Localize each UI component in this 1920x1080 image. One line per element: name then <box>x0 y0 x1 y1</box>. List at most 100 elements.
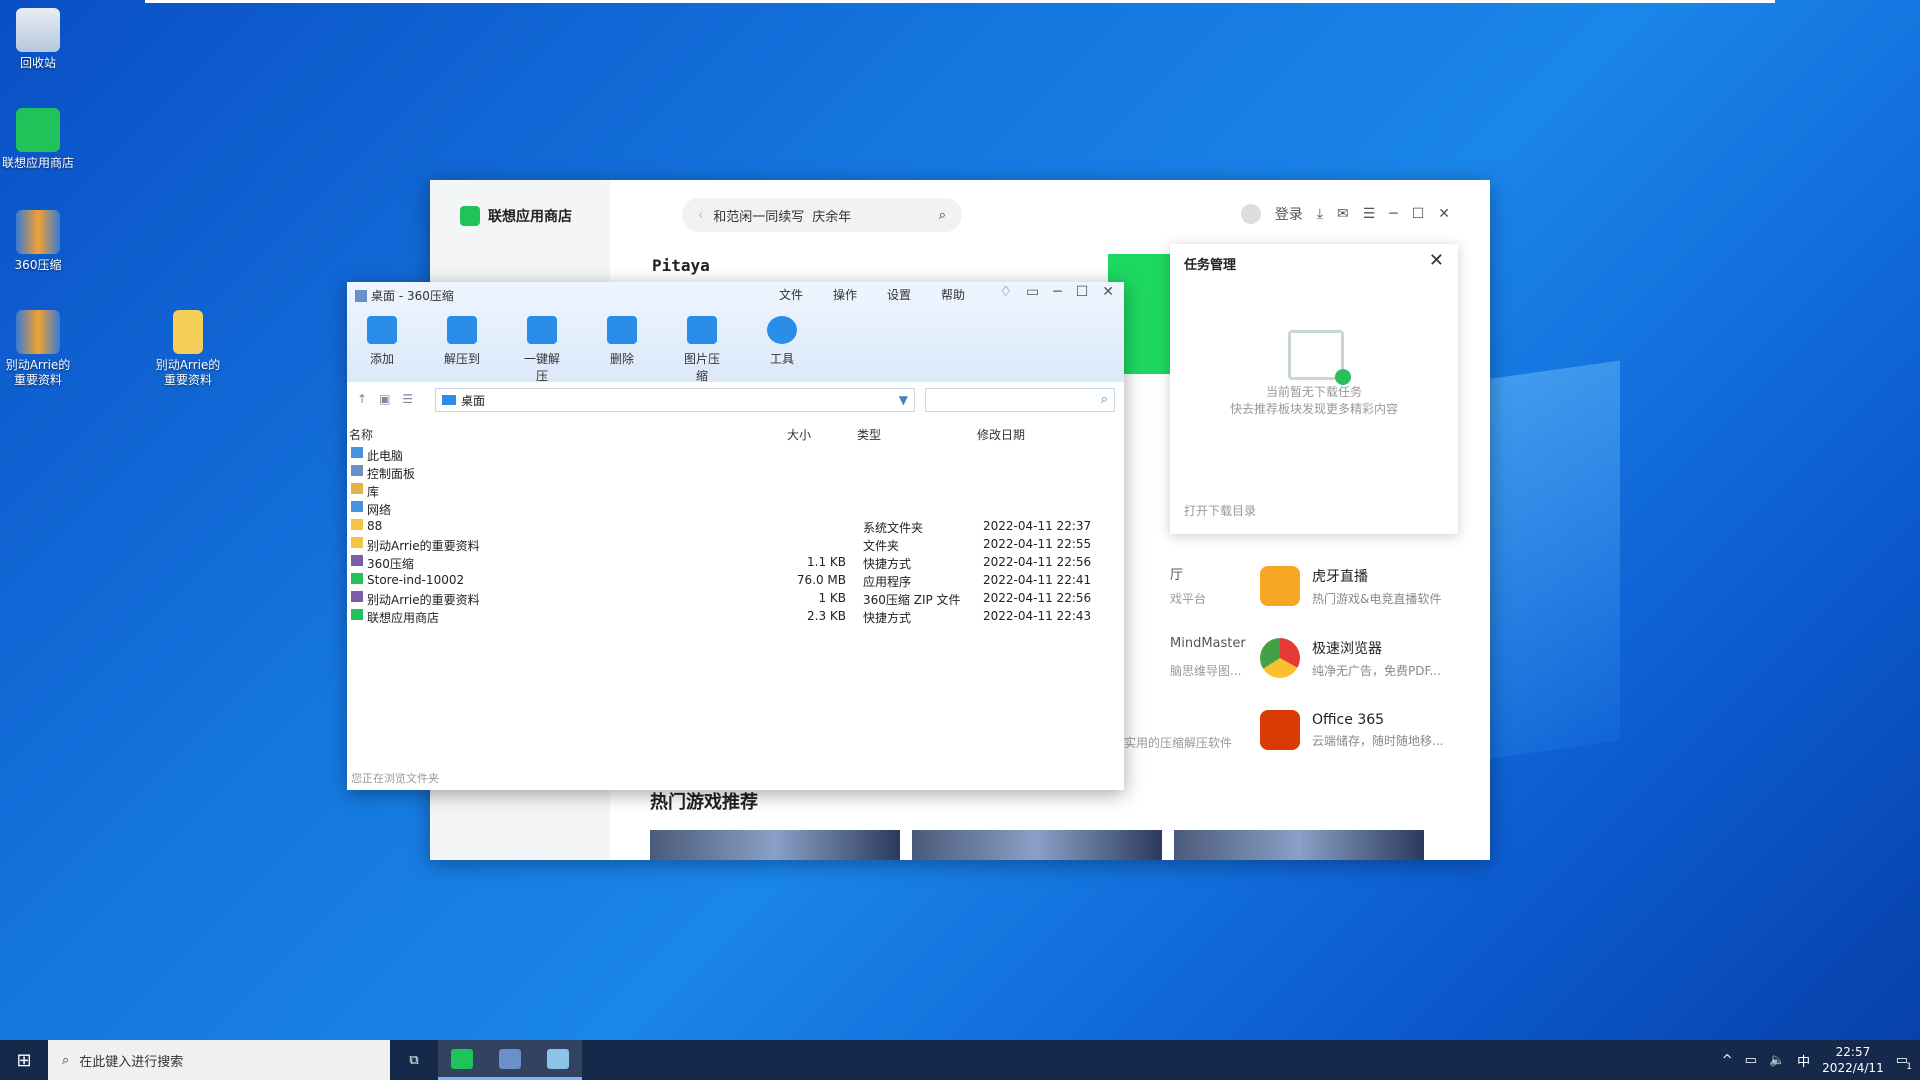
extract-to-button[interactable]: 解压到 <box>441 316 483 384</box>
banner-pitaya[interactable]: Pitaya <box>652 256 710 275</box>
app-item-office[interactable]: Office 365 云端储存，随时随地移... <box>1260 694 1580 766</box>
address-bar[interactable]: 桌面 ▼ <box>435 388 915 412</box>
download-icon[interactable]: ⤓ <box>1317 206 1323 222</box>
cell-date: 2022-04-11 22:56 <box>983 555 1092 569</box>
cell-name: 此电脑 <box>367 449 404 463</box>
col-name[interactable]: 名称 <box>349 426 373 443</box>
game-thumbnail[interactable] <box>912 830 1162 860</box>
game-thumbnail[interactable] <box>1174 830 1424 860</box>
dropdown-icon[interactable]: ▼ <box>899 393 914 407</box>
skin-icon[interactable]: ♢ <box>999 284 1012 300</box>
col-date[interactable]: 修改日期 <box>977 426 1025 443</box>
desktop-icon-lenovo-store[interactable]: 联想应用商店 <box>0 108 76 171</box>
game-thumbnail[interactable] <box>650 830 900 860</box>
table-row[interactable]: 联想应用商店 2.3 KB 快捷方式 2022-04-11 22:43 <box>347 608 1124 626</box>
desktop-icon-360zip[interactable]: 360压缩 <box>0 210 76 273</box>
delete-button[interactable]: 删除 <box>601 316 643 384</box>
table-row[interactable]: 别动Arrie的重要资料 文件夹 2022-04-11 22:55 <box>347 536 1124 554</box>
search-icon[interactable]: ⌕ <box>1101 392 1108 407</box>
taskbar-search[interactable]: ⌕ 在此键入进行搜索 <box>48 1040 390 1080</box>
extract-icon <box>447 316 477 344</box>
up-arrow-icon[interactable]: ↑ <box>357 392 367 406</box>
file-icon <box>351 573 363 584</box>
taskbar-360zip[interactable] <box>486 1040 534 1080</box>
desktop-icon <box>442 395 456 405</box>
maximize-button[interactable]: ☐ <box>1412 206 1425 222</box>
network-icon[interactable]: ▭ <box>1745 1053 1757 1068</box>
zip-tool-buttons: 添加 解压到 一键解压 删除 图片压缩 工具 <box>361 316 803 384</box>
task-view-button[interactable]: ⧉ <box>390 1040 438 1080</box>
close-button[interactable]: ✕ <box>1102 284 1114 300</box>
table-row[interactable]: 360压缩 1.1 KB 快捷方式 2022-04-11 22:56 <box>347 554 1124 572</box>
table-row[interactable]: 控制面板 <box>347 464 1124 482</box>
start-button[interactable]: ⊞ <box>0 1040 48 1080</box>
cell-type: 文件夹 <box>863 539 900 553</box>
feedback-icon[interactable]: ▭ <box>1026 284 1039 300</box>
store-search-box[interactable]: ‹ 和范闲一同续写 庆余年 ⌕ <box>682 198 962 232</box>
app-item-browser[interactable]: 极速浏览器 纯净无广告，免费PDF... <box>1260 622 1580 694</box>
taskbar-app-3[interactable] <box>534 1040 582 1080</box>
clock[interactable]: 22:57 2022/4/11 <box>1822 1044 1884 1076</box>
list-view-icon[interactable]: ☰ <box>402 392 413 406</box>
menu-file[interactable]: 文件 <box>779 286 803 303</box>
zip-search-input[interactable]: ⌕ <box>925 388 1115 412</box>
back-icon[interactable]: ‹ <box>698 208 703 223</box>
app-name: Office 365 <box>1312 711 1385 728</box>
task-empty-line2: 快去推荐板块发现更多精彩内容 <box>1229 402 1398 416</box>
add-button[interactable]: 添加 <box>361 316 403 384</box>
table-row[interactable]: 网络 <box>347 500 1124 518</box>
store-logo[interactable]: 联想应用商店 <box>460 206 572 226</box>
one-click-extract-icon <box>527 316 557 344</box>
table-row[interactable]: 88 系统文件夹 2022-04-11 22:37 <box>347 518 1124 536</box>
cell-type: 360压缩 ZIP 文件 <box>863 593 961 607</box>
desktop-icon-label: 360压缩 <box>14 258 62 272</box>
desktop-icon-zip-file[interactable]: 别动Arrie的重要资料 <box>0 310 76 388</box>
app-item-huya[interactable]: 虎牙直播 热门游戏&电竞直播软件 <box>1260 550 1580 622</box>
app-icon <box>547 1048 569 1069</box>
col-size[interactable]: 大小 <box>787 426 811 443</box>
menu-operate[interactable]: 操作 <box>833 286 857 303</box>
table-row[interactable]: Store-ind-10002 76.0 MB 应用程序 2022-04-11 22:… <box>347 572 1124 590</box>
ime-indicator[interactable]: 中 <box>1797 1051 1810 1070</box>
notification-icon[interactable]: ▭ 1 <box>1896 1053 1912 1072</box>
search-icon[interactable]: ⌕ <box>939 208 946 223</box>
one-click-extract-button[interactable]: 一键解压 <box>521 316 563 384</box>
store-app-name: 联想应用商店 <box>488 209 572 225</box>
close-button[interactable]: ✕ <box>1438 206 1450 222</box>
table-row[interactable]: 别动Arrie的重要资料 1 KB 360压缩 ZIP 文件 2022-04-11 2… <box>347 590 1124 608</box>
mail-icon[interactable]: ✉ <box>1337 206 1349 222</box>
maximize-button[interactable]: ☐ <box>1076 284 1089 300</box>
volume-icon[interactable]: 🔈 <box>1769 1053 1785 1068</box>
tools-button[interactable]: 工具 <box>761 316 803 384</box>
desktop-icon-label: 回收站 <box>19 56 56 70</box>
taskbar: ⊞ ⌕ 在此键入进行搜索 ⧉ ^ ▭ 🔈 中 22:57 2022/4/11 ▭… <box>0 1040 1920 1080</box>
open-download-dir-link[interactable]: 打开下载目录 <box>1184 502 1256 519</box>
task-panel-title: 任务管理 <box>1184 258 1237 273</box>
minimize-button[interactable]: ─ <box>1053 284 1061 300</box>
tool-label: 添加 <box>369 352 394 366</box>
tool-label: 解压到 <box>443 352 480 366</box>
taskbar-app-store[interactable] <box>438 1040 486 1080</box>
close-icon[interactable]: ✕ <box>1429 250 1444 271</box>
cell-name: 别动Arrie的重要资料 <box>367 593 480 607</box>
add-icon <box>367 316 397 344</box>
menu-settings[interactable]: 设置 <box>887 286 911 303</box>
menu-icon[interactable]: ☰ <box>1363 206 1376 222</box>
thumbnail-view-icon[interactable]: ▣ <box>379 392 390 406</box>
desktop-icon-label: 别动Arrie的重要资料 <box>5 358 71 387</box>
chevron-up-icon[interactable]: ^ <box>1722 1053 1733 1068</box>
menu-help[interactable]: 帮助 <box>941 286 965 303</box>
table-row[interactable]: 库 <box>347 482 1124 500</box>
col-type[interactable]: 类型 <box>857 426 881 443</box>
image-compress-button[interactable]: 图片压缩 <box>681 316 723 384</box>
table-row[interactable]: 此电脑 <box>347 446 1124 464</box>
store-search-value: 庆余年 <box>812 209 852 225</box>
desktop-icon-recycle-bin[interactable]: 回收站 <box>0 8 76 71</box>
avatar-icon[interactable] <box>1240 204 1261 224</box>
status-bar: 您正在浏览文件夹 <box>351 772 439 785</box>
login-button[interactable]: 登录 <box>1275 204 1303 224</box>
desktop-icon-folder[interactable]: 别动Arrie的重要资料 <box>150 310 226 388</box>
zip-window-title: 桌面 - 360压缩 <box>355 287 454 304</box>
minimize-button[interactable]: ─ <box>1389 206 1397 222</box>
zip-view-controls: ↑ ▣ ☰ <box>357 392 413 406</box>
